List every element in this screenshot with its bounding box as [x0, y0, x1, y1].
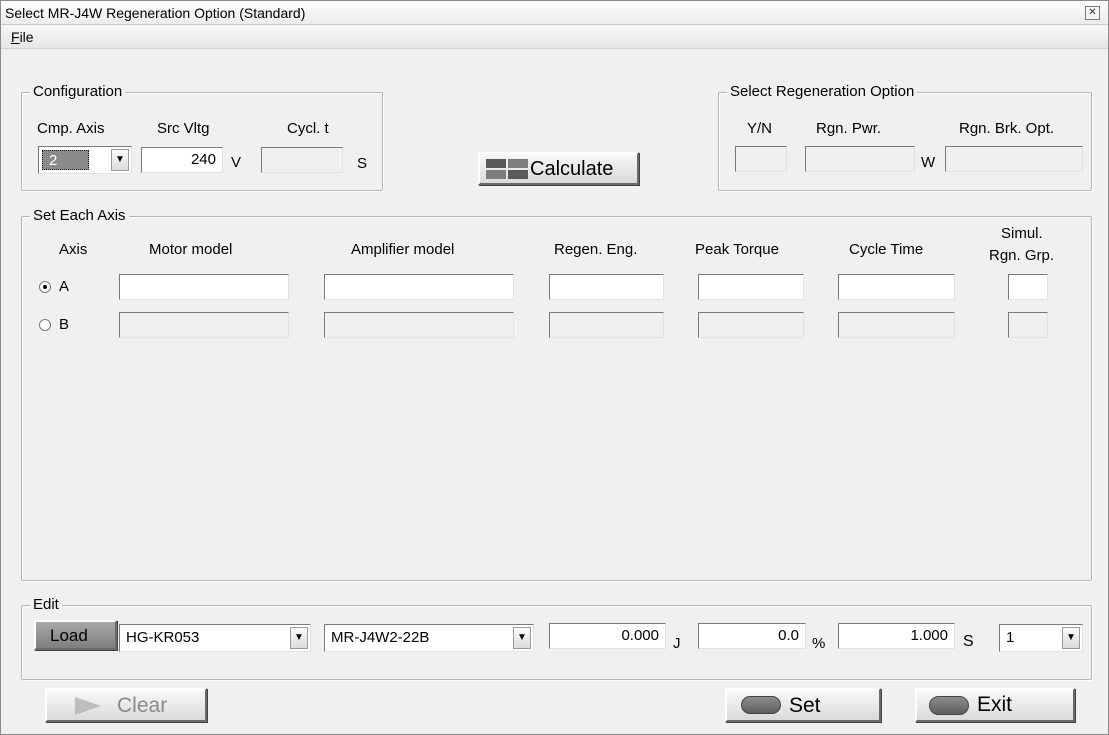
set-button[interactable]: Set — [725, 688, 881, 722]
cmp-axis-dropdown-icon[interactable]: ▼ — [111, 149, 129, 171]
edit-amplifier-dropdown-icon[interactable]: ▼ — [513, 627, 531, 649]
yn-field — [735, 146, 787, 172]
edit-amplifier-value: MR-J4W2-22B — [331, 629, 430, 646]
axis-b-radio[interactable] — [39, 319, 51, 331]
axis-b-regen-eng-field — [549, 312, 664, 338]
amplifier-model-header: Amplifier model — [351, 241, 455, 258]
edit-peak-torque-field[interactable]: 0.0 — [698, 623, 806, 649]
cmp-axis-label: Cmp. Axis — [37, 120, 105, 137]
edit-motor-value: HG-KR053 — [126, 629, 200, 646]
calculate-label: Calculate — [530, 158, 614, 180]
load-button[interactable]: Load — [34, 620, 117, 650]
src-vltg-unit: V — [231, 154, 242, 171]
motor-model-header: Motor model — [149, 241, 233, 258]
calculator-grid-icon — [486, 159, 528, 179]
cycl-t-label: Cycl. t — [287, 120, 329, 137]
axis-b-label: B — [59, 316, 70, 333]
edit-motor-select[interactable]: HG-KR053 ▼ — [119, 624, 311, 652]
edit-regen-eng-unit: J — [673, 635, 681, 652]
exit-hand-icon — [929, 696, 969, 715]
src-vltg-label: Src Vltg — [157, 120, 210, 137]
axis-b-amplifier-field — [324, 312, 514, 338]
edit-cycle-time-unit: S — [963, 633, 974, 650]
cycle-time-header: Cycle Time — [849, 241, 924, 258]
edit-motor-dropdown-icon[interactable]: ▼ — [290, 627, 308, 649]
cycl-t-field — [261, 147, 343, 173]
edit-simul-select[interactable]: 1 ▼ — [999, 624, 1083, 652]
axis-a-simul-field[interactable] — [1008, 274, 1048, 300]
axis-a-amplifier-field[interactable] — [324, 274, 514, 300]
axis-b-motor-field — [119, 312, 289, 338]
menu-file-label: ile — [19, 29, 34, 45]
cmp-axis-selected-value: 2 — [42, 150, 89, 170]
axis-b-peak-torque-field — [698, 312, 804, 338]
clear-icon — [75, 697, 101, 715]
src-vltg-field[interactable]: 240 — [141, 147, 223, 173]
cycl-t-unit: S — [357, 155, 368, 172]
axis-b-simul-field — [1008, 312, 1048, 338]
clear-button: Clear — [45, 688, 207, 722]
window-title: Select MR-J4W Regeneration Option (Stand… — [5, 5, 306, 21]
exit-button[interactable]: Exit — [915, 688, 1075, 722]
axis-a-cycle-time-field[interactable] — [838, 274, 955, 300]
edit-simul-value: 1 — [1006, 629, 1015, 646]
edit-legend: Edit — [30, 596, 62, 613]
rgn-pwr-label: Rgn. Pwr. — [816, 120, 882, 137]
exit-label: Exit — [977, 693, 1013, 716]
calculate-button[interactable]: Calculate — [478, 152, 639, 185]
edit-peak-torque-unit: % — [812, 635, 826, 652]
axis-a-peak-torque-field[interactable] — [698, 274, 804, 300]
rgn-brk-opt-field — [945, 146, 1083, 172]
hand-pointer-icon — [741, 696, 781, 714]
cmp-axis-select[interactable]: 2 ▼ — [38, 146, 132, 174]
regeneration-option-legend: Select Regeneration Option — [727, 83, 918, 100]
edit-regen-eng-field[interactable]: 0.000 — [549, 623, 666, 649]
close-icon[interactable]: ✕ — [1085, 6, 1100, 20]
rgn-brk-opt-label: Rgn. Brk. Opt. — [959, 120, 1055, 137]
title-bar: Select MR-J4W Regeneration Option (Stand… — [1, 1, 1108, 25]
axis-a-motor-field[interactable] — [119, 274, 289, 300]
rgn-pwr-field — [805, 146, 915, 172]
axis-a-regen-eng-field[interactable] — [549, 274, 664, 300]
peak-torque-header: Peak Torque — [695, 241, 779, 258]
regeneration-option-group: Select Regeneration Option — [718, 83, 1092, 191]
edit-simul-dropdown-icon[interactable]: ▼ — [1062, 627, 1080, 649]
axis-header: Axis — [59, 241, 88, 258]
set-each-axis-legend: Set Each Axis — [30, 207, 129, 224]
configuration-legend: Configuration — [30, 83, 126, 100]
load-label: Load — [50, 626, 88, 645]
axis-a-radio[interactable] — [39, 281, 51, 293]
regen-eng-header: Regen. Eng. — [554, 241, 638, 258]
menu-file[interactable]: File — [11, 29, 34, 45]
edit-amplifier-select[interactable]: MR-J4W2-22B ▼ — [324, 624, 534, 652]
yn-label: Y/N — [747, 120, 773, 137]
configuration-group: Configuration — [21, 83, 383, 191]
axis-a-label: A — [59, 278, 70, 295]
set-label: Set — [789, 694, 821, 717]
menu-bar: File — [1, 25, 1108, 49]
set-each-axis-group: Set Each Axis — [21, 207, 1092, 581]
simul-rgn-grp-header-1: Simul. — [1001, 225, 1043, 242]
simul-rgn-grp-header-2: Rgn. Grp. — [989, 247, 1055, 264]
clear-label: Clear — [117, 694, 168, 717]
edit-cycle-time-field[interactable]: 1.000 — [838, 623, 955, 649]
axis-b-cycle-time-field — [838, 312, 955, 338]
rgn-pwr-unit: W — [921, 154, 936, 171]
menu-file-accelerator: F — [11, 29, 20, 45]
regeneration-option-window: Select MR-J4W Regeneration Option (Stand… — [0, 0, 1109, 735]
